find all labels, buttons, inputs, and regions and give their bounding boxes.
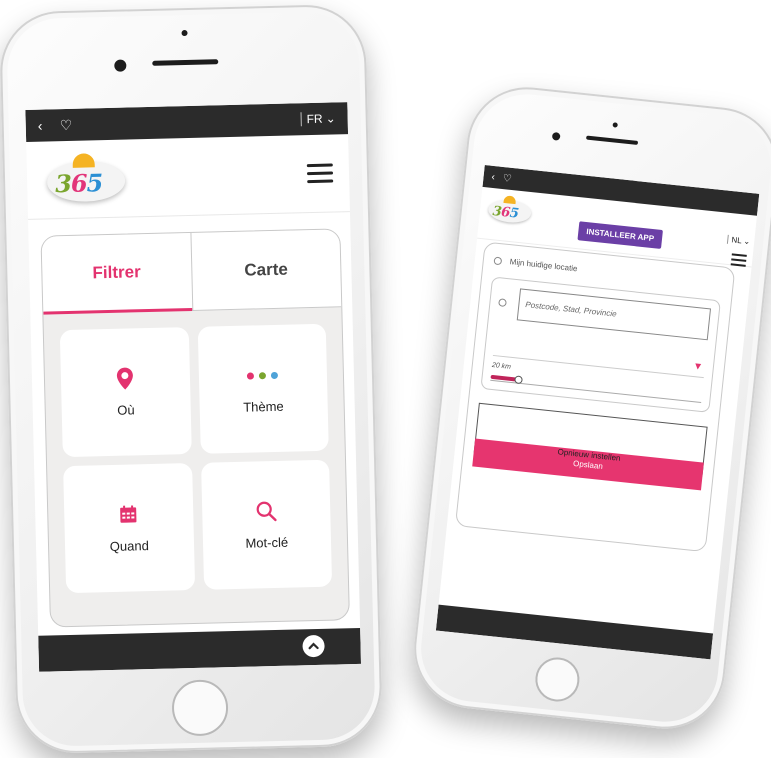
front-camera [114, 59, 127, 72]
filter-card-when[interactable]: Quand [63, 463, 195, 594]
location-filter-panel: Mijn huidige locatie Postcode, Stad, Pro… [454, 241, 736, 553]
speaker-grille [152, 59, 219, 66]
menu-icon[interactable] [730, 253, 747, 267]
tab-bar: Filtrer Carte [41, 229, 342, 315]
search-icon [255, 499, 278, 524]
logo[interactable]: 365 [42, 152, 129, 206]
screen-left: ‹ ♡ FR ⌄ 365 Filtrer Carte Où Thème Quan… [25, 102, 362, 672]
sensor [612, 122, 618, 128]
chevron-left-icon[interactable]: ‹ [491, 171, 495, 182]
filter-grid: Où Thème Quand Mot-clé [43, 307, 348, 609]
filter-card-theme[interactable]: Thème [197, 323, 329, 454]
header: 365 [26, 134, 350, 220]
filter-card-where[interactable]: Où [59, 327, 192, 458]
caret-down-icon: ▼ [692, 360, 704, 373]
chevron-left-icon[interactable]: ‹ [38, 117, 60, 134]
card-label: Où [117, 402, 135, 418]
install-app-button[interactable]: INSTALLEER APP [577, 221, 663, 249]
bottom-bar [38, 627, 362, 672]
radio-button[interactable] [498, 298, 507, 308]
filter-panel: Filtrer Carte Où Thème Quand Mot-clé [40, 228, 350, 628]
calendar-icon [118, 502, 139, 526]
home-button[interactable] [533, 655, 582, 704]
language-selector[interactable]: NL ⌄ [727, 234, 751, 247]
tab-filter[interactable]: Filtrer [41, 232, 192, 315]
filter-card-keyword[interactable]: Mot-clé [200, 459, 333, 590]
chevron-down-icon: ⌄ [325, 111, 336, 126]
bottom-bar [435, 604, 714, 660]
screen-right: ‹ ♡ 365 INSTALLEER APP NL ⌄ Mijn huidige… [435, 165, 760, 660]
three-dots-icon [247, 363, 279, 388]
home-button[interactable] [171, 679, 229, 737]
card-label: Thème [243, 398, 284, 415]
logo[interactable]: 365 [485, 194, 535, 227]
phone-right: ‹ ♡ 365 INSTALLEER APP NL ⌄ Mijn huidige… [408, 81, 771, 735]
language-label: FR [306, 111, 323, 127]
postcode-input[interactable]: Postcode, Stad, Provincie [516, 288, 712, 341]
radio-button[interactable] [493, 256, 503, 265]
chevron-up-icon[interactable] [302, 634, 325, 658]
heart-icon[interactable]: ♡ [60, 116, 82, 134]
front-camera [551, 131, 561, 141]
location-pin-icon [116, 366, 135, 390]
speaker-grille [586, 135, 639, 145]
language-selector[interactable]: FR ⌄ [300, 111, 336, 127]
phone-left: ‹ ♡ FR ⌄ 365 Filtrer Carte Où Thème Quan… [0, 3, 384, 755]
postcode-box: Postcode, Stad, Provincie ▼ 20 km [480, 276, 721, 413]
menu-icon[interactable] [306, 163, 334, 184]
option-label: Mijn huidige locatie [509, 257, 578, 274]
card-label: Quand [109, 538, 150, 555]
language-label: NL [730, 235, 742, 246]
card-label: Mot-clé [245, 534, 289, 551]
slider-handle[interactable] [514, 375, 523, 385]
heart-icon[interactable]: ♡ [502, 173, 512, 185]
tab-map[interactable]: Carte [189, 229, 342, 311]
sensor [181, 29, 188, 37]
